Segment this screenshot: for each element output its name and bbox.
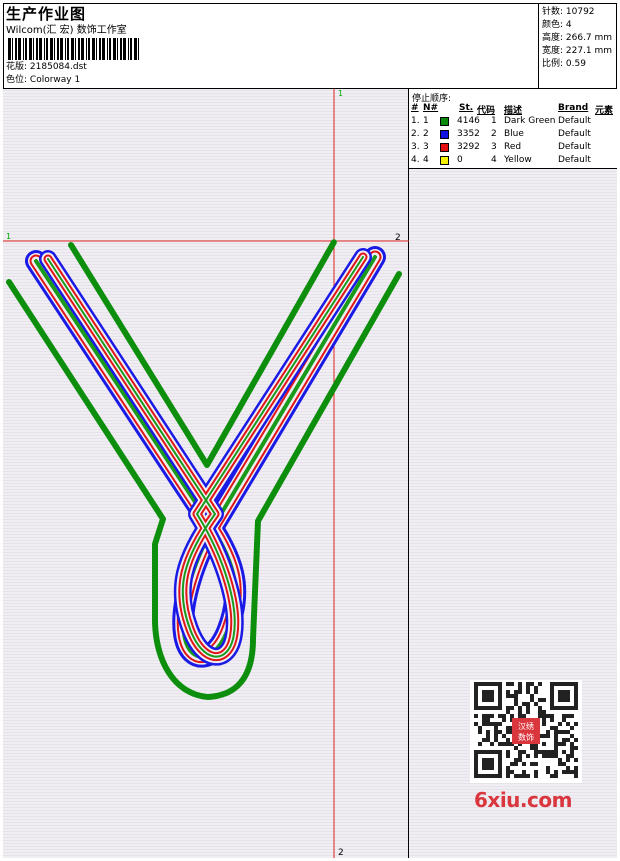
row-brand: Default: [558, 129, 591, 139]
row-code: 3: [491, 142, 497, 152]
stats-panel: 针数: 10792 颜色: 4 高度: 266.7 mm 宽度: 227.1 m…: [538, 3, 617, 89]
row-n: 3: [423, 142, 429, 152]
colorway-line: 色位: Colorway 1: [6, 75, 80, 86]
sheet-title: 生产作业图: [6, 5, 87, 23]
header: 生产作业图 Wilcom(汇 宏) 数饰工作室 花版: 2185084.dst …: [3, 3, 617, 89]
row-num: 2.: [411, 129, 420, 139]
guide-label-h-left: 1: [6, 232, 11, 241]
stop-row: 1. 1 4146 1 Dark Green Default: [409, 115, 617, 128]
guide-label-v-bottom: 2: [338, 848, 344, 858]
company-name: Wilcom(汇 宏) 数饰工作室: [6, 25, 127, 36]
row-num: 3.: [411, 142, 420, 152]
row-code: 2: [491, 129, 497, 139]
color-swatch: [440, 143, 449, 152]
scale-value: 比例: 0.59: [542, 59, 586, 69]
design-label: 花版:: [6, 62, 28, 72]
stop-row: 4. 4 0 4 Yellow Default: [409, 154, 617, 167]
guide-label-v-top: 1: [338, 89, 343, 98]
row-brand: Default: [558, 142, 591, 152]
watermark: 6xiu.com: [474, 788, 572, 812]
colorway-label: 色位:: [6, 75, 28, 85]
row-num: 4.: [411, 155, 420, 165]
embroidery-drawing: 1 2 1 2: [3, 89, 409, 858]
row-brand: Default: [558, 155, 591, 165]
row-stitches: 4146: [457, 116, 480, 126]
qr-code-graphic: 汉绣 数饰: [474, 682, 578, 778]
stitch-count: 针数: 10792: [542, 7, 595, 17]
col-brand: Brand: [558, 103, 589, 113]
row-code: 1: [491, 116, 497, 126]
color-count: 颜色: 4: [542, 20, 572, 30]
col-n: N#: [423, 103, 439, 113]
stop-sequence-panel: 停止顺序: # N# St. 代码 描述 Brand 元素 1. 1 4146 1 Da…: [409, 89, 617, 169]
row-n: 4: [423, 155, 429, 165]
row-code: 4: [491, 155, 497, 165]
design-line: 花版: 2185084.dst: [6, 62, 87, 73]
row-n: 1: [423, 116, 429, 126]
row-n: 2: [423, 129, 429, 139]
header-info: 生产作业图 Wilcom(汇 宏) 数饰工作室: [6, 5, 127, 37]
design-height: 高度: 266.7 mm: [542, 33, 613, 43]
row-desc: Dark Green: [504, 116, 556, 126]
row-stitches: 3352: [457, 129, 480, 139]
design-file: 2185084.dst: [29, 62, 87, 72]
row-stitches: 3292: [457, 142, 480, 152]
col-num: #: [411, 103, 419, 113]
row-brand: Default: [558, 116, 591, 126]
seal-text-top: 汉绣: [518, 721, 534, 731]
stop-row: 3. 3 3292 3 Red Default: [409, 141, 617, 154]
color-swatch: [440, 130, 449, 139]
color-swatch: [440, 117, 449, 126]
row-stitches: 0: [457, 155, 463, 165]
row-desc: Yellow: [504, 155, 532, 165]
stop-row: 2. 2 3352 2 Blue Default: [409, 128, 617, 141]
guide-label-h-right: 2: [395, 233, 401, 243]
col-st: St.: [459, 103, 474, 113]
row-desc: Red: [504, 142, 522, 152]
row-desc: Blue: [504, 129, 524, 139]
row-num: 1.: [411, 116, 420, 126]
color-swatch: [440, 156, 449, 165]
blue-strand-2: [39, 248, 372, 666]
seal-text-bottom: 数饰: [518, 732, 534, 742]
qr-code: 汉绣 数饰: [470, 680, 582, 783]
design-canvas: 1 2 1 2: [3, 89, 409, 858]
design-width: 宽度: 227.1 mm: [542, 46, 613, 56]
colorway-value: Colorway 1: [29, 75, 81, 85]
barcode: [8, 38, 139, 60]
